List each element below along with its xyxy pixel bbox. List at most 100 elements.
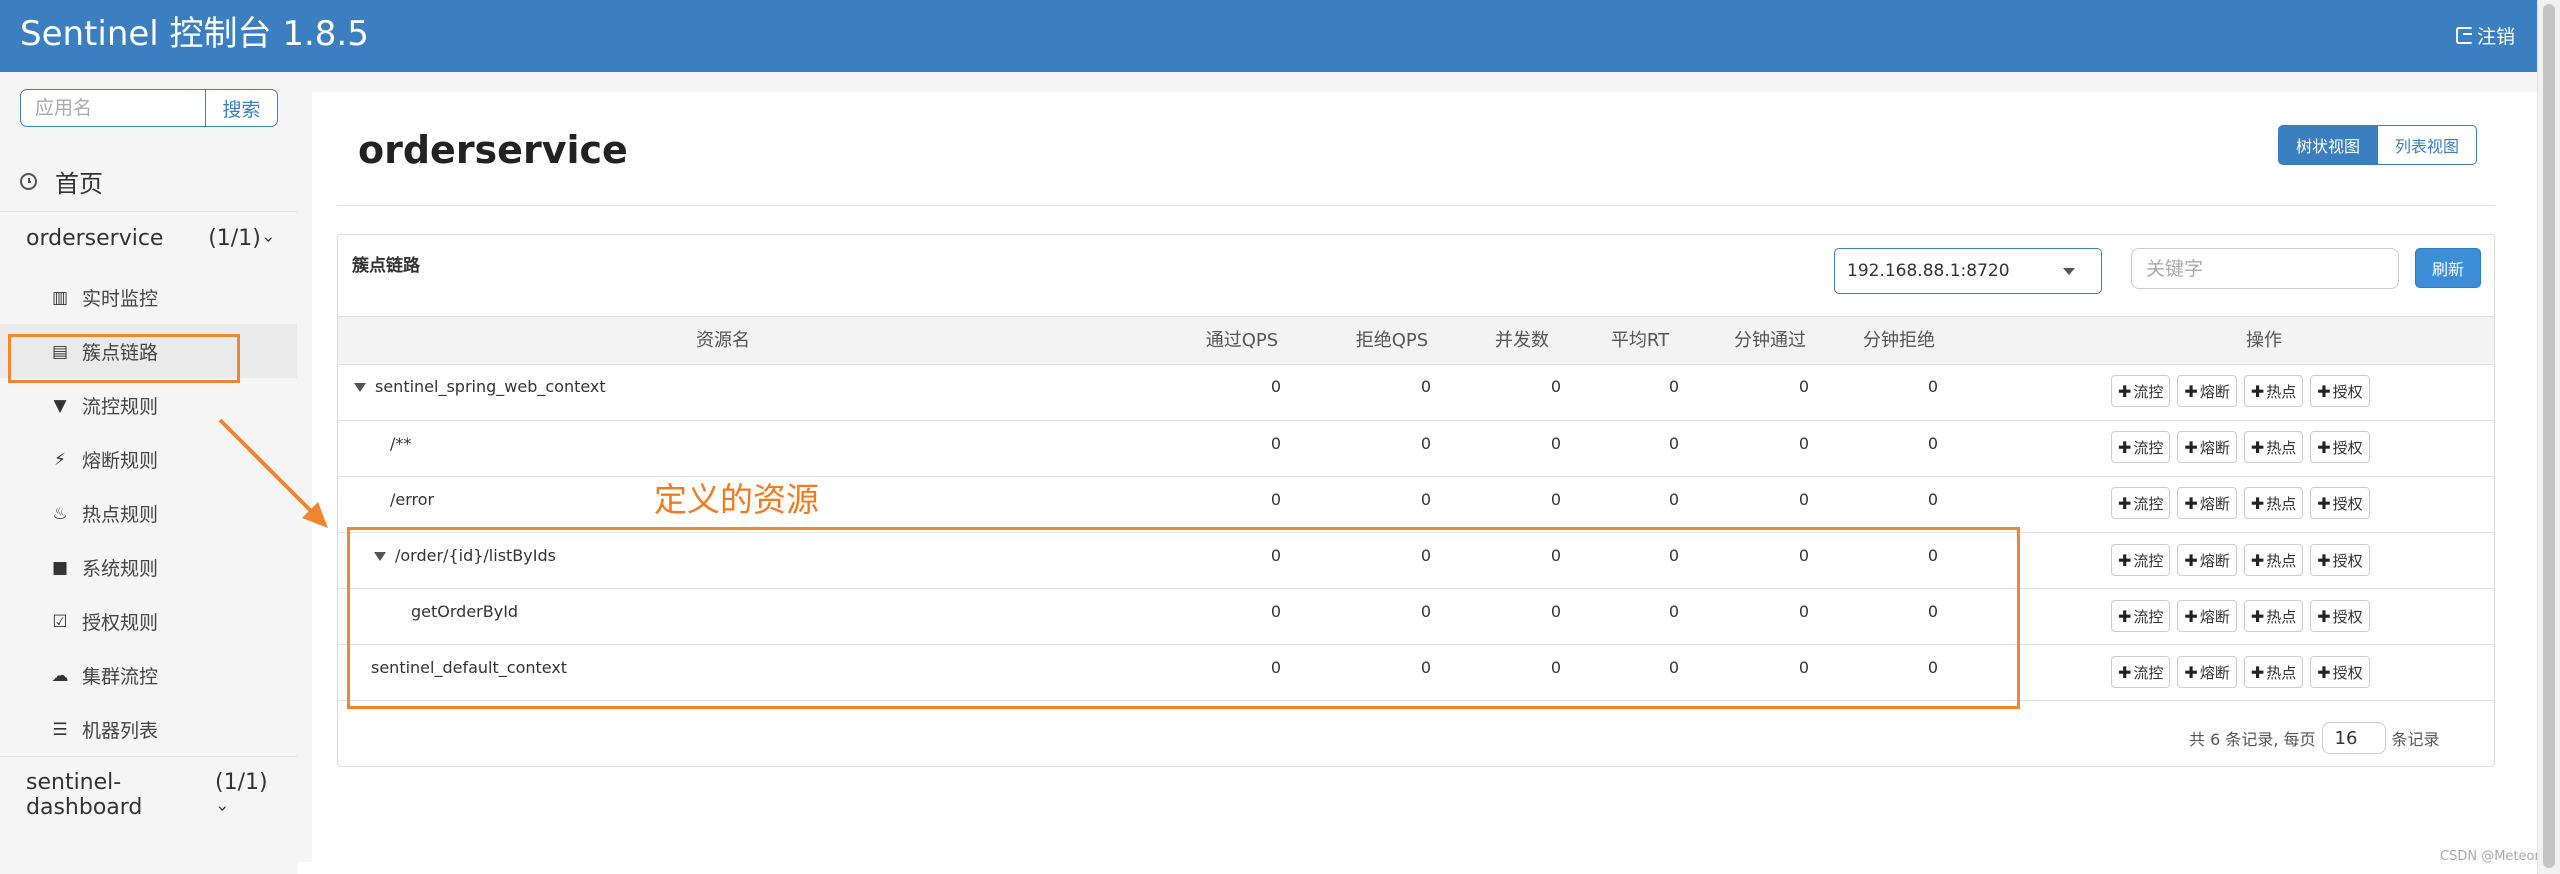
- sidebar-item-machines[interactable]: ☰ 机器列表: [50, 716, 158, 743]
- button-label: 熔断: [2199, 438, 2230, 457]
- tree-node[interactable]: sentinel_spring_web_context: [354, 377, 606, 396]
- row-divider: [338, 420, 2494, 421]
- degrade-rule-button[interactable]: ✚ 熔断: [2177, 375, 2237, 407]
- dashboard-icon: [20, 173, 37, 190]
- sidebar-item-cluster-flow[interactable]: ☁ 集群流控: [50, 662, 159, 689]
- sidebar-item-system-rules[interactable]: ■ 系统规则: [50, 554, 158, 581]
- block-qps: 0: [1420, 377, 1432, 396]
- button-label: 流控: [2133, 494, 2164, 513]
- hotspot-rule-button[interactable]: ✚ 热点: [2243, 431, 2304, 463]
- button-label: 热点: [2266, 438, 2297, 457]
- logout-link[interactable]: 注销: [2455, 22, 2515, 49]
- authority-rule-button[interactable]: ✚ 授权: [2310, 375, 2370, 407]
- flow-rule-button[interactable]: ✚ 流控: [2111, 487, 2171, 519]
- degrade-rule-button[interactable]: ✚ 熔断: [2177, 656, 2237, 688]
- search-button[interactable]: 搜索: [206, 89, 278, 127]
- authority-rule-button[interactable]: ✚ 授权: [2310, 431, 2370, 463]
- caret-down-icon[interactable]: [354, 383, 366, 392]
- annotation-arrow: [218, 418, 328, 528]
- plus-icon: ✚: [2317, 437, 2331, 457]
- degrade-rule-button[interactable]: ✚ 熔断: [2177, 487, 2237, 519]
- app-search-input[interactable]: [20, 89, 206, 127]
- sidebar-item-hotspot-rules[interactable]: ♨ 热点规则: [50, 500, 158, 527]
- caret-down-icon: [2063, 268, 2075, 275]
- row-actions: ✚ 流控 ✚ 熔断 ✚ 热点 ✚ 授权: [2111, 544, 2370, 576]
- block-qps: 0: [1420, 434, 1432, 453]
- hotspot-rule-button[interactable]: ✚ 热点: [2243, 600, 2304, 632]
- plus-icon: ✚: [2250, 381, 2265, 401]
- tree-node[interactable]: /error: [390, 490, 434, 509]
- sidebar-item-authority-rules[interactable]: ☑ 授权规则: [50, 608, 158, 635]
- hotspot-rule-button[interactable]: ✚ 热点: [2243, 487, 2304, 519]
- resource-name: /**: [390, 434, 412, 453]
- sidebar-item-flow-rules[interactable]: ▼ 流控规则: [50, 392, 158, 419]
- concurrency: 0: [1550, 377, 1562, 396]
- sidebar-item-degrade-rules[interactable]: ⚡ 熔断规则: [50, 446, 158, 473]
- divider: [0, 211, 297, 212]
- concurrency: 0: [1550, 434, 1562, 453]
- flow-rule-button[interactable]: ✚ 流控: [2111, 600, 2171, 632]
- watermark: CSDN @Meteors.: [2440, 849, 2551, 864]
- page-size-input[interactable]: 16: [2321, 722, 2386, 754]
- flow-rule-button[interactable]: ✚ 流控: [2111, 544, 2171, 576]
- tree-view-button[interactable]: 树状视图: [2278, 125, 2379, 165]
- sidebar-item-monitor[interactable]: ▥ 实时监控: [50, 284, 158, 311]
- flow-rule-button[interactable]: ✚ 流控: [2111, 656, 2171, 688]
- flow-rule-button[interactable]: ✚ 流控: [2111, 375, 2171, 407]
- minute-pass: 0: [1798, 490, 1810, 509]
- authority-rule-button[interactable]: ✚ 授权: [2310, 544, 2370, 576]
- hotspot-rule-button[interactable]: ✚ 热点: [2243, 656, 2304, 688]
- row-actions: ✚ 流控 ✚ 熔断 ✚ 热点 ✚ 授权: [2111, 431, 2370, 463]
- button-label: 熔断: [2199, 551, 2230, 570]
- button-label: 流控: [2133, 382, 2164, 401]
- app-name: orderservice: [26, 226, 164, 251]
- app-item-orderservice[interactable]: orderservice (1/1): [26, 226, 276, 251]
- button-label: 流控: [2133, 551, 2164, 570]
- app-item-sentinel-dashboard[interactable]: sentinel-dashboard (1/1): [26, 770, 276, 820]
- keyword-input[interactable]: [2131, 248, 2399, 289]
- filter-icon: ▼: [53, 395, 67, 416]
- button-label: 热点: [2266, 494, 2297, 513]
- authority-rule-button[interactable]: ✚ 授权: [2310, 656, 2370, 688]
- hotspot-rule-button[interactable]: ✚ 热点: [2243, 375, 2304, 407]
- flow-rule-button[interactable]: ✚ 流控: [2111, 431, 2171, 463]
- refresh-button[interactable]: 刷新: [2415, 248, 2481, 288]
- button-label: 熔断: [2199, 494, 2230, 513]
- sidebar-item-label: 实时监控: [82, 288, 159, 310]
- pass-qps: 0: [1270, 434, 1282, 453]
- sidebar-item-label: 熔断规则: [82, 450, 159, 472]
- pagination: 共 6 条记录, 每页 16 条记录: [2189, 722, 2440, 754]
- app-count: (1/1): [215, 770, 276, 820]
- degrade-rule-button[interactable]: ✚ 熔断: [2177, 431, 2237, 463]
- avg-rt: 0: [1668, 377, 1680, 396]
- plus-icon: ✚: [2118, 437, 2132, 457]
- button-label: 授权: [2332, 438, 2363, 457]
- divider: [337, 205, 2495, 206]
- brand-title[interactable]: Sentinel 控制台 1.8.5: [20, 10, 369, 58]
- sidebar-item-label: 首页: [55, 170, 103, 198]
- button-label: 授权: [2332, 607, 2363, 626]
- tree-node[interactable]: /**: [390, 434, 411, 453]
- plus-icon: ✚: [2184, 381, 2198, 401]
- authority-rule-button[interactable]: ✚ 授权: [2310, 487, 2370, 519]
- scrollbar-thumb[interactable]: [2543, 4, 2555, 868]
- vertical-scrollbar[interactable]: [2537, 0, 2560, 874]
- sidebar-item-home[interactable]: 首页: [20, 164, 103, 199]
- plus-icon: ✚: [2317, 550, 2331, 570]
- button-label: 授权: [2332, 551, 2363, 570]
- pass-qps: 0: [1270, 377, 1282, 396]
- degrade-rule-button[interactable]: ✚ 熔断: [2177, 544, 2237, 576]
- column-header: 平均RT: [1610, 330, 1670, 351]
- button-label: 热点: [2266, 607, 2297, 626]
- machine-select[interactable]: 192.168.88.1:8720: [1834, 248, 2102, 294]
- plus-icon: ✚: [2184, 606, 2198, 626]
- authority-rule-button[interactable]: ✚ 授权: [2310, 600, 2370, 632]
- button-label: 热点: [2266, 663, 2297, 682]
- degrade-rule-button[interactable]: ✚ 熔断: [2177, 600, 2237, 632]
- list-view-button[interactable]: 列表视图: [2378, 125, 2478, 165]
- hotspot-rule-button[interactable]: ✚ 热点: [2243, 544, 2304, 576]
- plus-icon: ✚: [2317, 493, 2331, 513]
- column-header: 操作: [2246, 330, 2282, 351]
- button-label: 授权: [2332, 494, 2363, 513]
- fire-icon: ♨: [52, 503, 68, 524]
